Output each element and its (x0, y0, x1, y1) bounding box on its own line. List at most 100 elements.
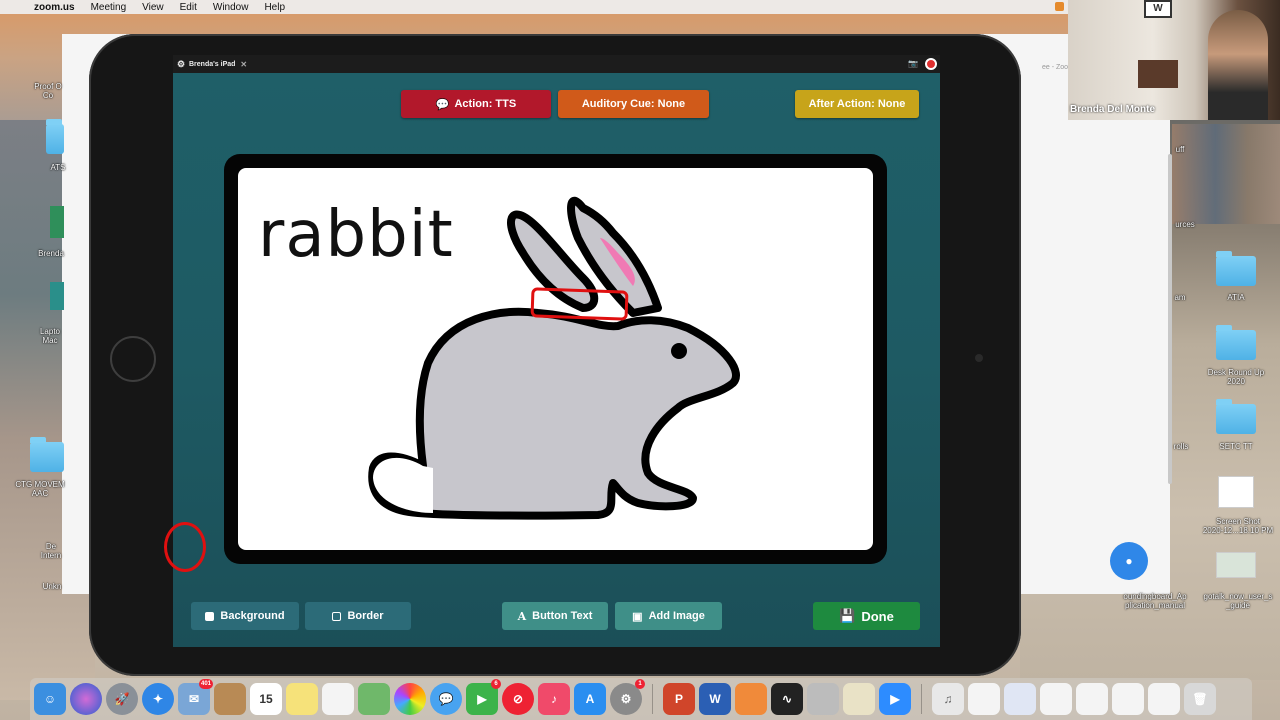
status-icon[interactable] (1055, 2, 1064, 11)
add-image-label: Add Image (648, 610, 705, 622)
action-button[interactable]: 💬 Action: TTS (401, 90, 551, 118)
desktop-item-label[interactable]: Screen Shot 2020-12...18.10 PM (1196, 517, 1280, 535)
facetime-icon[interactable]: ▶ 6 (466, 679, 501, 715)
trash-icon[interactable]: 🗑 (1184, 683, 1216, 715)
music-file-icon[interactable]: ♫ (932, 683, 964, 715)
desktop-item-label[interactable]: rolls (1170, 442, 1192, 451)
screenshot-file-icon[interactable] (1218, 476, 1254, 508)
participant-name: Brenda Del Monte (1070, 104, 1156, 115)
desktop-item-label[interactable]: SETC TT (1206, 442, 1266, 451)
textedit-icon[interactable] (843, 683, 875, 715)
launchpad-icon[interactable]: 🚀 (106, 683, 138, 715)
image-icon: ▣ (632, 610, 643, 623)
ipad-camera (975, 354, 983, 362)
finder-icon[interactable]: ☺ (34, 683, 66, 715)
gear-icon[interactable]: ⚙ (173, 59, 189, 70)
pdf-file-icon[interactable] (1216, 552, 1256, 578)
border-label: Border (347, 610, 384, 622)
dock-separator (652, 684, 653, 714)
desktop-item-label[interactable]: Lapto Mac (34, 327, 66, 345)
app-icon[interactable] (50, 282, 64, 310)
annotation-rectangle (530, 287, 629, 321)
photos-icon[interactable] (394, 683, 426, 715)
participant-video[interactable]: W (1068, 0, 1280, 120)
background-label: Background (220, 610, 285, 622)
participant-person (1208, 10, 1268, 120)
calendar-icon[interactable]: 15 (250, 683, 282, 715)
document-icon[interactable] (1112, 683, 1144, 715)
siri-icon[interactable] (70, 683, 102, 715)
activity-monitor-icon[interactable]: ∿ (771, 683, 803, 715)
folder-icon[interactable] (1216, 251, 1256, 286)
desktop-item-label[interactable]: gotalk_now_user_s _guide (1196, 592, 1280, 610)
document-icon[interactable] (1076, 683, 1108, 715)
prefs-badge: 1 (635, 679, 645, 689)
camera-icon[interactable]: 📷 (908, 59, 918, 68)
calendar-day: 15 (259, 692, 273, 706)
news-icon[interactable]: ⊘ (502, 683, 534, 715)
zoom-icon[interactable]: ▶ (879, 683, 911, 715)
folder-icon[interactable] (46, 119, 64, 154)
preview-icon[interactable] (807, 683, 839, 715)
desktop-item-label[interactable]: Unkn (40, 582, 64, 591)
done-button[interactable]: 💾 Done (813, 602, 920, 630)
desktop-item-label[interactable]: Proof O Co (28, 82, 68, 100)
button-text-button[interactable]: A Button Text (502, 602, 608, 630)
word-icon[interactable]: W (699, 683, 731, 715)
desktop-item-label[interactable]: uff (1172, 145, 1188, 154)
maps-icon[interactable] (358, 683, 390, 715)
app-icon[interactable] (735, 683, 767, 715)
desktop-item-label[interactable]: CTG MOVEM AAC (10, 480, 70, 498)
desktop-item-label[interactable]: Brenda (36, 249, 66, 258)
folder-icon[interactable] (1216, 399, 1256, 434)
desktop-item-label[interactable]: ATIA (1210, 293, 1262, 302)
chat-icon[interactable]: ● (1110, 542, 1148, 580)
rabbit-image[interactable] (238, 168, 873, 550)
mail-icon[interactable]: ✉ 401 (178, 679, 213, 715)
record-icon[interactable] (925, 58, 937, 70)
safari-icon[interactable]: ✦ (142, 683, 174, 715)
messages-icon[interactable]: 💬 (430, 683, 462, 715)
powerpoint-icon[interactable]: P (663, 683, 695, 715)
desktop-item-label[interactable]: ATS (48, 163, 68, 172)
folder-icon[interactable] (1216, 325, 1256, 360)
document-icon[interactable] (1040, 683, 1072, 715)
desktop-item-label[interactable]: Desk Round Up 2020 (1198, 368, 1274, 386)
desktop-item-label[interactable]: urces (1170, 220, 1200, 229)
device-name: Brenda's iPad (189, 60, 236, 68)
auditory-cue-button[interactable]: Auditory Cue: None (558, 90, 709, 118)
desktop-item-label[interactable]: oundingboard_Ap plication_manual (1114, 592, 1196, 610)
ipad-home-button[interactable] (110, 336, 156, 382)
document-icon[interactable] (1148, 683, 1180, 715)
app-icon[interactable] (50, 206, 64, 238)
notes-icon[interactable] (286, 683, 318, 715)
annotation-circle (164, 522, 206, 572)
menu-meeting[interactable]: Meeting (83, 2, 135, 13)
document-icon[interactable] (968, 683, 1000, 715)
system-preferences-icon[interactable]: ⚙ 1 (610, 679, 645, 715)
done-label: Done (861, 608, 894, 624)
menu-view[interactable]: View (134, 2, 172, 13)
menu-window[interactable]: Window (205, 2, 257, 13)
window-scrollbar[interactable] (1168, 154, 1172, 484)
document-icon[interactable] (1004, 683, 1036, 715)
folder-icon[interactable] (30, 437, 64, 472)
close-icon[interactable]: ✕ (240, 60, 247, 69)
menu-edit[interactable]: Edit (172, 2, 205, 13)
facetime-badge: 6 (491, 679, 501, 689)
app-store-icon[interactable]: A (574, 683, 606, 715)
symbol-card[interactable]: rabbit (238, 168, 873, 550)
add-image-button[interactable]: ▣ Add Image (615, 602, 722, 630)
reminders-icon[interactable] (322, 683, 354, 715)
screen-share-titlebar: ⚙ Brenda's iPad ✕ 📷 (173, 55, 940, 73)
checkbox-empty-icon (332, 611, 342, 621)
menu-app-name[interactable]: zoom.us (26, 2, 83, 13)
music-icon[interactable]: ♪ (538, 683, 570, 715)
contacts-icon[interactable] (214, 683, 246, 715)
desktop-item-label[interactable]: De Intern (36, 542, 66, 560)
after-action-button[interactable]: After Action: None (795, 90, 919, 118)
background-toggle-button[interactable]: Background (191, 602, 299, 630)
border-toggle-button[interactable]: Border (305, 602, 411, 630)
menu-help[interactable]: Help (256, 2, 293, 13)
desktop-item-label[interactable]: am (1170, 293, 1190, 302)
